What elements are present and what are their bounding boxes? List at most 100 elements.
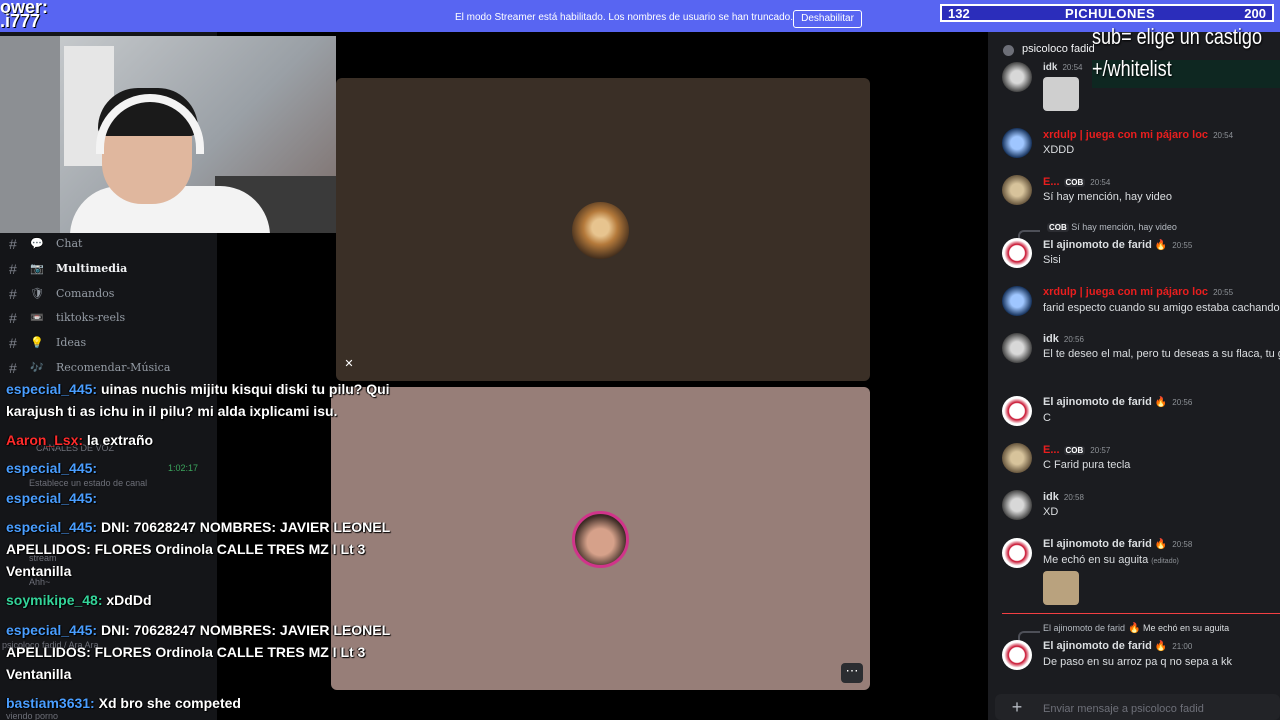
chat-message: Aaron_Lsx: la extraño [6,429,153,451]
chat-username[interactable]: especial_445: [6,460,97,476]
avatar[interactable] [1002,396,1032,426]
fire-icon: 🔥 [1154,539,1168,550]
chat-username[interactable]: soymikipe_48: [6,592,106,608]
reply-preview[interactable]: El ajinomoto de farid 🔥 Me echó en su agu… [1043,623,1229,634]
message-author[interactable]: El ajinomoto de farid 🔥 20:58 [1043,538,1192,550]
channel-emoji-icon: 💬 [30,237,44,250]
channel-tiktoks-reels[interactable]: # 📼 tiktoks-reels [0,308,217,330]
chat-message: especial_445: uinas nuchis mijitu kisqui… [6,378,390,422]
message-text: De paso en su arroz pa q no sepa a kk [1043,656,1232,668]
avatar[interactable] [1002,640,1032,670]
message-author[interactable]: E... COB 20:57 [1043,444,1110,456]
message-author[interactable]: xrdulp | juega con mi pájaro loc 20:55 [1043,286,1233,298]
message-text: C Farid pura tecla [1043,459,1131,471]
new-messages-divider [1002,613,1280,614]
avatar[interactable] [1002,443,1032,473]
channel-label: Multimedia [56,262,128,275]
channel-emoji-icon: 🛡 [30,287,44,300]
channel-emoji-icon: 📼 [30,311,44,324]
hash-icon: # [9,236,17,252]
channel-emoji-icon: 🎶 [30,361,44,374]
participant-avatar-tiger [572,202,629,259]
chat-message: bastiam3631: Xd bro she competed [6,692,241,714]
hash-icon: # [9,335,17,351]
avatar[interactable] [1002,286,1032,316]
channel-emoji-icon: 📷 [30,262,44,275]
avatar[interactable] [1002,333,1032,363]
channel-label: Comandos [56,287,115,300]
channel-comandos[interactable]: # 🛡 Comandos [0,284,217,306]
chat-username[interactable]: bastiam3631: [6,695,99,711]
goal-counter: 132 PICHULONES 200 [940,4,1274,22]
message-author[interactable]: El ajinomoto de farid 🔥 20:56 [1043,396,1192,408]
message-text: C [1043,412,1051,424]
cob-badge: COB [1063,178,1086,187]
message-text: Me echó en su aguita (editado) [1043,554,1179,566]
sub-overlay-line2: +/whitelist [1092,56,1172,81]
message-author[interactable]: xrdulp | juega con mi pájaro loc 20:54 [1043,129,1233,141]
message-author[interactable]: E... COB 20:54 [1043,176,1110,188]
avatar[interactable] [1002,538,1032,568]
fire-icon: 🔥 [1154,240,1168,251]
disable-streamer-mode-button[interactable]: Deshabilitar [793,10,862,28]
message-author[interactable]: idk 20:54 [1043,62,1082,73]
message-author[interactable]: idk 20:56 [1043,333,1084,345]
message-text: XDDD [1043,144,1075,156]
message-author[interactable]: idk 20:58 [1043,491,1084,503]
muted-mic-icon: ✕ [344,358,354,370]
chat-message: especial_445: [6,457,97,479]
message-text: farid especto cuando su amigo estaba cac… [1043,302,1280,314]
chat-text: APELLIDOS: FLORES Ordinola CALLE TRES MZ… [6,644,366,660]
sub-overlay-line1: sub= elige un castigo [1092,24,1263,49]
dm-channel-name: psicoloco fadid [1022,43,1095,55]
message-text: XD [1043,506,1059,518]
avatar[interactable] [1002,238,1032,268]
chat-message: especial_445: DNI: 70628247 NOMBRES: JAV… [6,516,390,582]
cob-badge: COB [1063,446,1086,455]
channel-chat[interactable]: # 💬 Chat [0,234,217,256]
cat-sticker-image [1043,77,1079,111]
avatar[interactable] [1002,490,1032,520]
channel-recomendar-musica[interactable]: # 🎶 Recomendar-Música [0,358,217,380]
more-options-button[interactable]: ⋯ [841,663,863,683]
status-dot-icon [1003,45,1014,56]
streamer-mode-message: El modo Streamer está habilitado. Los no… [455,12,793,23]
chat-message: especial_445: [6,487,97,509]
avatar[interactable] [1002,175,1032,205]
add-attachment-icon[interactable]: + [1009,697,1025,717]
channel-label: Chat [56,237,83,250]
chat-text: DNI: 70628247 NOMBRES: JAVIER LEONEL [100,622,391,638]
channel-label: Recomendar-Música [56,361,171,374]
chat-message: especial_445: DNI: 70628247 NOMBRES: JAV… [6,619,390,685]
fire-icon: 🔥 [1154,397,1168,408]
hash-icon: # [9,360,17,376]
message-text: Sisi [1043,254,1061,266]
chat-message: soymikipe_48: xDdDd [6,589,152,611]
chat-text: Ventanilla [6,666,72,682]
channel-multimedia[interactable]: # 📷 Multimedia [0,259,217,281]
chat-text: APELLIDOS: FLORES Ordinola CALLE TRES MZ… [6,541,366,557]
chat-text: karajush ti as ichu in il pilu? mi alda … [6,403,338,419]
counter-right-value: 200 [1244,6,1266,21]
channel-ideas[interactable]: # 💡 Ideas [0,333,217,355]
channel-label: tiktoks-reels [56,311,126,324]
chat-username[interactable]: especial_445: [6,490,97,506]
avatar[interactable] [1002,62,1032,92]
channel-emoji-icon: 💡 [30,336,44,349]
message-author[interactable]: El ajinomoto de farid 🔥 20:55 [1043,239,1192,251]
message-input[interactable]: Enviar mensaje a psicoloco fadid [1043,703,1204,715]
avatar[interactable] [1002,128,1032,158]
participant-avatar-speaking [572,511,629,568]
chat-username[interactable]: especial_445: [6,519,101,535]
chat-text: Xd bro she competed [98,695,241,711]
hash-icon: # [9,310,17,326]
chat-username[interactable]: Aaron_Lsx: [6,432,87,448]
corner-overlay-text: ower: .i777 [0,0,49,31]
chat-text: DNI: 70628247 NOMBRES: JAVIER LEONEL [100,519,391,535]
chat-username[interactable]: especial_445: [6,381,101,397]
chat-username[interactable]: especial_445: [6,622,101,638]
chat-text: la extraño [86,432,154,448]
voice-timer: 1:02:17 [168,463,199,473]
message-author[interactable]: El ajinomoto de farid 🔥 21:00 [1043,640,1192,652]
reply-preview[interactable]: COB Sí hay mención, hay video [1043,222,1177,232]
